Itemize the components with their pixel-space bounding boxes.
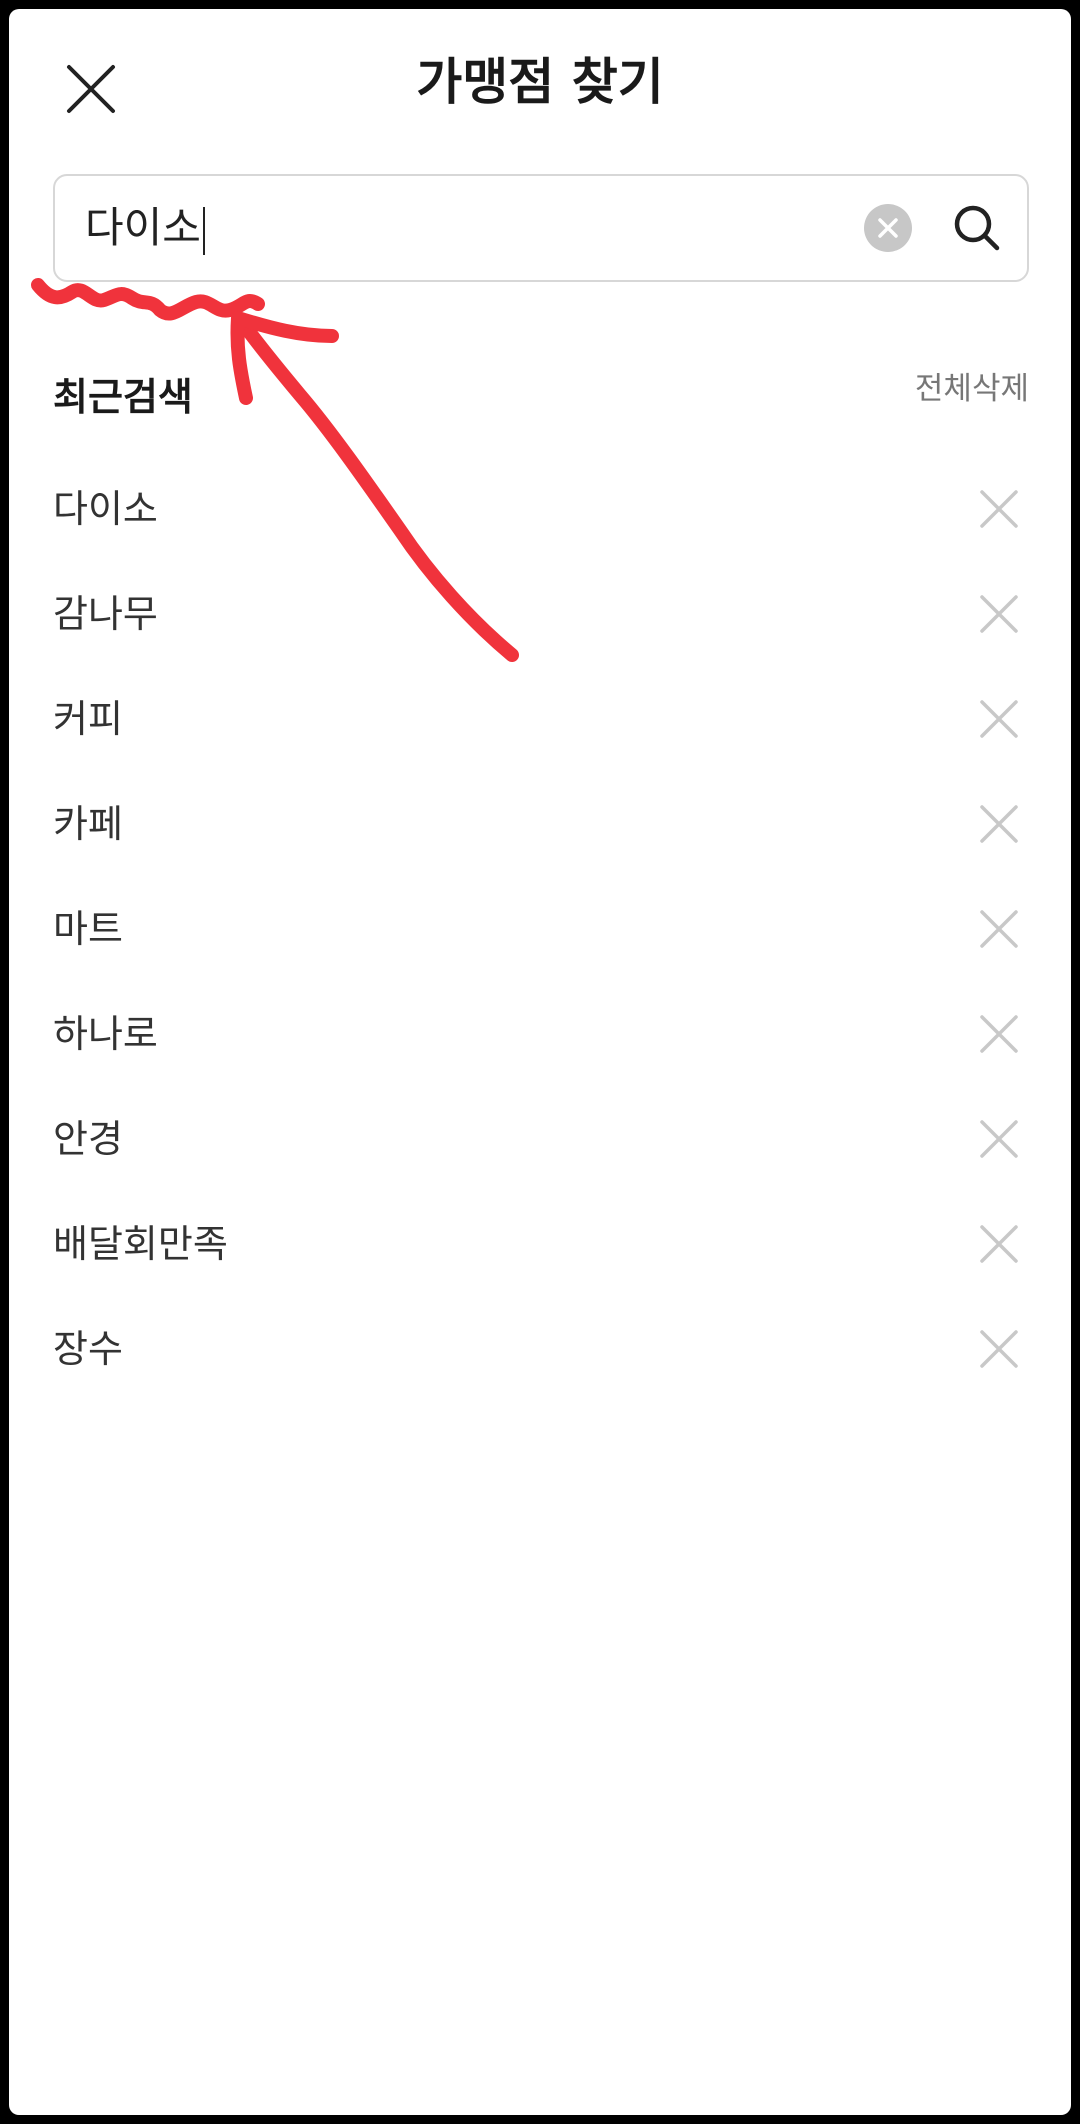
clear-all-button[interactable]: 전체삭제 [915, 365, 1029, 413]
list-item[interactable]: 장수 [9, 1297, 1071, 1402]
list-item[interactable]: 커피 [9, 667, 1071, 772]
list-item-label[interactable]: 커피 [53, 693, 123, 745]
remove-item-button[interactable] [969, 899, 1029, 959]
list-item-label[interactable]: 감나무 [53, 588, 158, 640]
list-item-label[interactable]: 배달회만족 [53, 1218, 228, 1270]
search-button[interactable] [945, 196, 1009, 260]
close-icon [980, 1015, 1018, 1053]
list-item-label[interactable]: 카페 [53, 798, 123, 850]
remove-item-button[interactable] [969, 479, 1029, 539]
remove-item-button[interactable] [969, 1214, 1029, 1274]
device-frame: 가맹점 찾기 다이소 최근검색 전체삭제 다이소 감나무 커피 카페 마트 하나… [0, 0, 1080, 2124]
recent-search-list: 다이소 감나무 커피 카페 마트 하나로 안경 배달회만족 장수 [9, 457, 1071, 1402]
list-item[interactable]: 감나무 [9, 562, 1071, 667]
close-icon [980, 1120, 1018, 1158]
close-icon [980, 910, 1018, 948]
close-icon [980, 595, 1018, 633]
page-title: 가맹점 찾기 [416, 53, 664, 111]
clear-icon [878, 218, 898, 238]
clear-search-button[interactable] [864, 204, 912, 252]
remove-item-button[interactable] [969, 584, 1029, 644]
list-item[interactable]: 카페 [9, 772, 1071, 877]
list-item[interactable]: 안경 [9, 1087, 1071, 1192]
search-input[interactable]: 다이소 [85, 176, 205, 280]
remove-item-button[interactable] [969, 1319, 1029, 1379]
remove-item-button[interactable] [969, 794, 1029, 854]
screen: 가맹점 찾기 다이소 최근검색 전체삭제 다이소 감나무 커피 카페 마트 하나… [9, 9, 1071, 2115]
close-icon [980, 700, 1018, 738]
close-icon [980, 805, 1018, 843]
close-icon [980, 490, 1018, 528]
list-item-label[interactable]: 하나로 [53, 1008, 158, 1060]
list-item[interactable]: 배달회만족 [9, 1192, 1071, 1297]
remove-item-button[interactable] [969, 1004, 1029, 1064]
close-icon [980, 1225, 1018, 1263]
list-item-label[interactable]: 장수 [53, 1323, 123, 1375]
list-item-label[interactable]: 다이소 [53, 483, 158, 535]
recent-search-title: 최근검색 [53, 375, 193, 419]
list-item[interactable]: 하나로 [9, 982, 1071, 1087]
text-caret [202, 206, 205, 255]
list-item-label[interactable]: 안경 [53, 1113, 123, 1165]
search-icon [954, 205, 1000, 251]
search-box[interactable]: 다이소 [53, 174, 1029, 282]
list-item-label[interactable]: 마트 [53, 903, 123, 955]
list-item[interactable]: 마트 [9, 877, 1071, 982]
list-item[interactable]: 다이소 [9, 457, 1071, 562]
remove-item-button[interactable] [969, 689, 1029, 749]
remove-item-button[interactable] [969, 1109, 1029, 1169]
close-icon [980, 1330, 1018, 1368]
search-input-value: 다이소 [85, 203, 201, 252]
